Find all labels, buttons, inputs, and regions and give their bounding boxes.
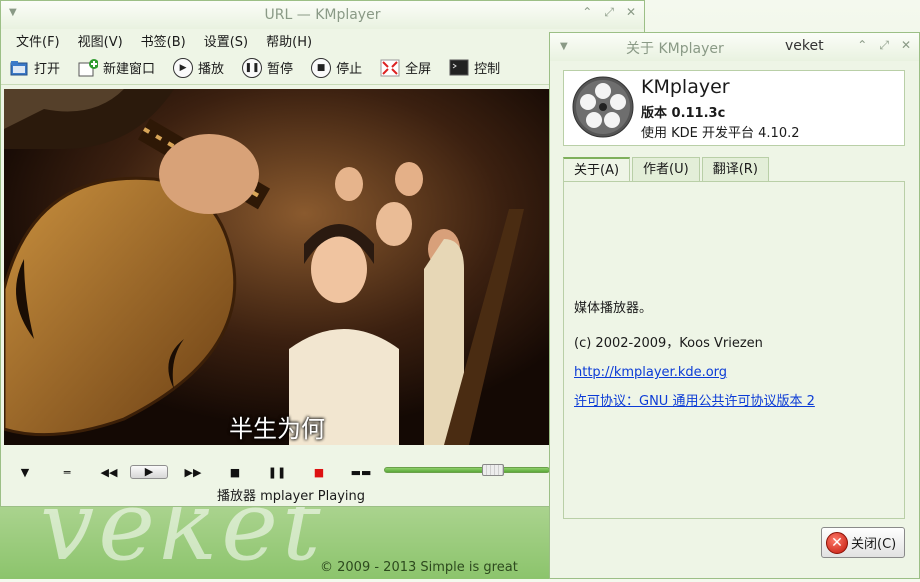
about-tabs: 关于(A) 作者(U) 翻译(R) [563,157,771,182]
stop-control-icon[interactable]: ■ [214,466,256,479]
video-view[interactable]: 半生为何 [4,89,550,445]
status-bar-text: 播放器 mplayer Playing [216,489,365,504]
dialog-window-buttons: ⌃ ⤢ ✕ [857,38,911,53]
app-version: 版本 0.11.3c [641,106,726,121]
menu-file[interactable]: 文件(F) [7,31,69,50]
subtitle-text: 半生为何 [229,415,325,443]
close-button[interactable]: ✕ 关闭(C) [821,527,905,558]
tab-translation[interactable]: 翻译(R) [701,157,769,181]
menu-bookmarks[interactable]: 书签(B) [132,31,195,50]
license-link[interactable]: 许可协议：GNU 通用公共许可协议版本 2 [574,390,815,409]
record-icon[interactable]: ■ [298,466,340,479]
about-dialog: ▼ 关于 KMplayer veket ⌃ ⤢ ✕ KMplayer 版本 0.… [549,32,920,579]
toolbar: 打开 新建窗口 ▶ 播放 ❚❚ 暂停 ■ 停止 全屏 控制 [1,51,644,85]
menu-settings[interactable]: 设置(S) [195,31,257,50]
copyright-text: (c) 2002-2009，Koos Vriezen [574,336,763,351]
equalizer-icon[interactable]: ═ [46,466,88,479]
window-menu-icon[interactable]: ▼ [9,7,17,18]
player-titlebar[interactable]: ▼ URL — KMplayer ⌃ ⤢ ✕ [1,1,644,29]
video-frame-image [4,89,550,445]
desktop-footer: © 2009 - 2013 Simple is great [320,560,518,575]
menu-dropdown-icon[interactable]: ▼ [4,466,46,479]
seek-slider[interactable] [384,464,550,476]
homepage-link[interactable]: http://kmplayer.kde.org [574,365,727,380]
seek-slider-handle[interactable] [482,464,504,476]
play-button[interactable]: ▶ 播放 [173,57,234,78]
app-platform: 使用 KDE 开发平台 4.10.2 [641,126,800,141]
dialog-minimize-icon[interactable]: ⌃ [857,38,867,53]
console-label: 控制 [474,62,501,77]
dialog-menu-icon[interactable]: ▼ [560,41,568,52]
stop-label: 停止 [336,62,363,77]
app-header: KMplayer 版本 0.11.3c 使用 KDE 开发平台 4.10.2 [563,70,905,146]
tab-about[interactable]: 关于(A) [563,157,631,182]
play-control-button[interactable]: ▶ [130,465,168,479]
folder-icon [9,58,29,78]
new-window-button[interactable]: 新建窗口 [78,58,165,78]
open-label: 打开 [34,62,61,77]
forward-icon[interactable]: ▶▶ [172,466,214,479]
fullscreen-icon [380,58,400,78]
pause-control-icon[interactable]: ❚❚ [256,466,298,479]
dialog-close-icon[interactable]: ✕ [901,38,911,53]
new-window-icon [78,58,99,78]
pause-icon: ❚❚ [242,57,263,78]
dialog-maximize-icon[interactable]: ⤢ [879,38,889,53]
host-label: veket [785,38,824,54]
rewind-icon[interactable]: ◀◀ [88,466,130,479]
menu-help[interactable]: 帮助(H) [257,31,321,50]
pause-label: 暂停 [267,62,294,77]
console-button[interactable]: 控制 [449,58,510,78]
fullscreen-button[interactable]: 全屏 [380,58,441,78]
minimize-icon[interactable]: ⌃ [582,5,592,20]
close-icon[interactable]: ✕ [626,5,636,20]
stop-button[interactable]: ■ 停止 [311,57,372,78]
fullscreen-label: 全屏 [405,62,432,77]
open-button[interactable]: 打开 [9,58,70,78]
close-x-icon: ✕ [826,531,848,554]
maximize-icon[interactable]: ⤢ [604,5,614,20]
close-button-label: 关闭(C) [851,537,897,552]
broadcast-icon[interactable]: ▬▬ [340,466,382,479]
about-tab-panel: 媒体播放器。 (c) 2002-2009，Koos Vriezen http:/… [563,181,905,519]
menu-view[interactable]: 视图(V) [69,31,132,50]
film-reel-icon [572,76,634,138]
menubar: 文件(F) 视图(V) 书签(B) 设置(S) 帮助(H) [1,29,644,51]
app-name: KMplayer [641,76,730,98]
about-titlebar[interactable]: ▼ 关于 KMplayer veket ⌃ ⤢ ✕ [550,33,919,61]
play-label: 播放 [198,62,225,77]
play-icon: ▶ [173,57,194,78]
stop-icon: ■ [311,57,332,78]
window-buttons: ⌃ ⤢ ✕ [582,5,636,20]
pause-button[interactable]: ❚❚ 暂停 [242,57,303,78]
console-icon [449,58,469,78]
player-title: URL — KMplayer [264,7,381,23]
app-description: 媒体播放器。 [574,301,653,316]
about-title: 关于 KMplayer [626,41,724,57]
new-window-label: 新建窗口 [103,62,156,77]
tab-authors[interactable]: 作者(U) [632,157,700,181]
